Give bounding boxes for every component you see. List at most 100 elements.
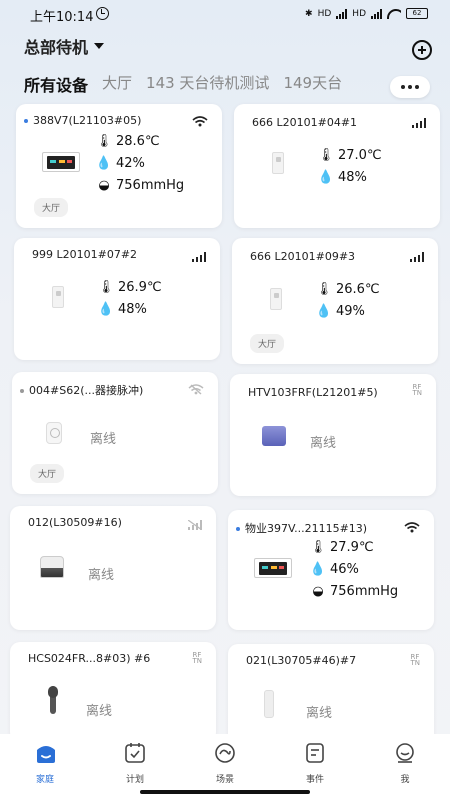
nav-label: 计划 [125, 775, 144, 785]
device-name: 666 L20101#04#1 [252, 116, 358, 129]
thermometer-icon: 🌡 [309, 540, 327, 555]
wifi-status-icon [387, 8, 401, 19]
signal-icon [410, 252, 424, 262]
room-tag: 大厅 [30, 464, 65, 483]
device-card[interactable]: 物业397V...21115#13) 🌡 27.9℃ 💧 46% ◒ 756mmHg [228, 510, 434, 630]
battery-icon: 62 [406, 8, 428, 19]
device-image [48, 686, 58, 714]
device-card[interactable]: 666 L20101#04#1 🌡 27.0℃ 💧 48% [234, 104, 440, 228]
wifi-icon [192, 116, 208, 127]
device-image [42, 152, 80, 172]
alarm-icon [96, 7, 109, 20]
thermometer-icon: 🌡 [317, 148, 335, 163]
device-name: 004#S62(...器接脉冲) [20, 382, 143, 398]
device-name: HTV103FRF(L21201#5) [248, 386, 378, 399]
humidity-reading: 💧 46% [309, 562, 359, 577]
pressure-icon: ◒ [98, 178, 110, 193]
tab-all-devices[interactable]: 所有设备 [24, 72, 88, 96]
device-card[interactable]: 999 L20101#07#2 🌡 26.9℃ 💧 48% [14, 238, 220, 360]
device-image [52, 286, 64, 308]
room-tag: 大厅 [34, 198, 69, 217]
humidity-icon: 💧 [309, 562, 327, 577]
location-selector[interactable]: 总部待机 [24, 34, 105, 58]
thermometer-icon: 🌡 [97, 280, 115, 295]
device-image [270, 288, 282, 310]
humidity-reading: 💧 48% [317, 170, 367, 185]
humidity-reading: 💧 48% [97, 302, 147, 317]
device-card[interactable]: HCS024FR...8#03) #6 RF TN 离线 [10, 642, 216, 742]
device-name: 388V7(L21103#05) [24, 114, 141, 127]
device-image [272, 152, 284, 174]
network-label-1: HD [317, 8, 332, 19]
nav-label: 我 [400, 775, 410, 785]
device-image [40, 556, 64, 578]
pressure-icon: ◒ [312, 584, 324, 599]
signal-icon [336, 8, 348, 19]
nav-home[interactable]: 家庭 [10, 734, 80, 800]
device-card[interactable]: HTV103FRF(L21201#5) RF TN 离线 [230, 374, 436, 496]
status-icons: ✱ HD HD 62 [305, 8, 428, 19]
temperature-reading: 🌡 27.0℃ [317, 148, 382, 163]
device-card[interactable]: 021(L30705#46)#7 RF TN 离线 [228, 644, 434, 744]
temperature-reading: 🌡 26.6℃ [315, 282, 380, 297]
tab-143-rooftop[interactable]: 143 天台待机测试 [146, 72, 269, 96]
humidity-icon: 💧 [97, 302, 115, 317]
device-name: 999 L20101#07#2 [32, 248, 138, 261]
offline-status: 离线 [90, 432, 117, 447]
signal-icon [412, 118, 426, 128]
humidity-reading: 💧 49% [315, 304, 365, 319]
profile-icon [394, 742, 416, 764]
device-image [46, 422, 62, 444]
temperature-reading: 🌡 26.9℃ [97, 280, 162, 295]
wifi-icon [404, 522, 420, 533]
device-name: 物业397V...21115#13) [236, 520, 367, 536]
humidity-icon: 💧 [315, 304, 333, 319]
humidity-icon: 💧 [317, 170, 335, 185]
offline-status: 离线 [306, 706, 333, 721]
rf-icon: RF TN [412, 383, 422, 397]
humidity-reading: 💧 42% [95, 156, 145, 171]
device-image [264, 690, 274, 718]
signal-icon [192, 252, 206, 262]
device-image [254, 558, 292, 578]
nav-label: 事件 [305, 775, 324, 785]
scene-icon [214, 742, 236, 764]
wifi-off-icon [188, 384, 204, 395]
offline-status: 离线 [310, 436, 337, 451]
rf-icon: RF TN [410, 653, 420, 667]
device-card[interactable]: 388V7(L21103#05) 🌡 28.6℃ 💧 42% ◒ 756mmHg 大厅 [16, 104, 222, 228]
location-label: 总部待机 [24, 38, 89, 57]
event-icon [304, 742, 326, 764]
nav-label: 场景 [215, 775, 234, 785]
online-dot [236, 527, 240, 531]
device-name: 021(L30705#46)#7 [246, 654, 357, 667]
thermometer-icon: 🌡 [95, 134, 113, 149]
pressure-reading: ◒ 756mmHg [312, 584, 399, 599]
device-name: HCS024FR...8#03) #6 [28, 652, 151, 665]
device-card[interactable]: 666 L20101#09#3 🌡 26.6℃ 💧 49% 大厅 [232, 238, 438, 364]
add-device-button[interactable] [412, 40, 432, 60]
device-card[interactable]: 012(L30509#16) 离线 [10, 506, 216, 630]
caret-down-icon [94, 43, 105, 49]
thermometer-icon: 🌡 [315, 282, 333, 297]
room-tag: 大厅 [250, 334, 285, 353]
network-label-2: HD [352, 8, 366, 19]
signal-icon [371, 8, 382, 19]
pressure-reading: ◒ 756mmHg [98, 178, 185, 193]
online-dot [20, 389, 24, 393]
device-name: 012(L30509#16) [28, 516, 122, 529]
device-card[interactable]: 004#S62(...器接脉冲) 离线 大厅 [12, 372, 218, 494]
home-indicator[interactable] [140, 790, 310, 794]
temperature-reading: 🌡 27.9℃ [309, 540, 374, 555]
offline-status: 离线 [86, 704, 113, 719]
device-name: 666 L20101#09#3 [250, 250, 356, 263]
rf-icon: RF TN [192, 651, 202, 665]
home-icon [34, 742, 56, 764]
more-options-button[interactable] [390, 76, 430, 98]
tab-lobby[interactable]: 大厅 [102, 72, 132, 96]
room-tabs: 所有设备 大厅 143 天台待机测试 149天台 [24, 72, 342, 96]
tab-149-rooftop[interactable]: 149天台 [283, 72, 342, 96]
nav-profile[interactable]: 我 [370, 734, 440, 800]
status-time: 上午10:14 [30, 10, 94, 25]
humidity-icon: 💧 [95, 156, 113, 171]
